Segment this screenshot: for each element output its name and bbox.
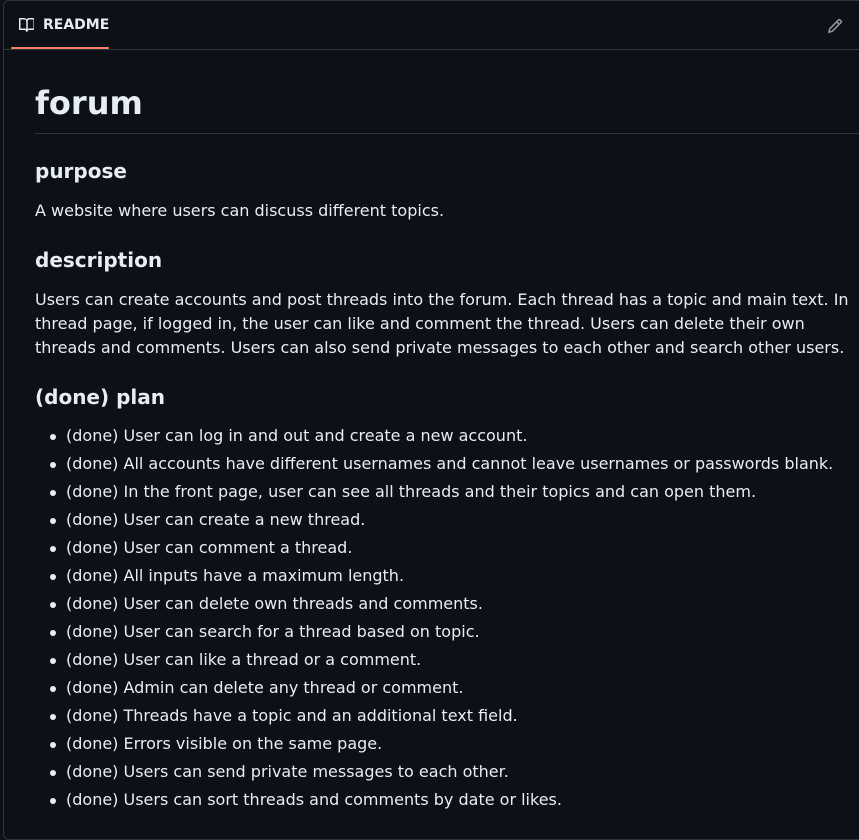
list-item: (done) Threads have a topic and an addit… [35, 704, 857, 732]
list-item: (done) User can create a new thread. [35, 508, 857, 536]
readme-title: forum [35, 81, 859, 134]
list-item: (done) User can search for a thread base… [35, 620, 857, 648]
heading-description: description [35, 248, 163, 272]
list-item: (done) All accounts have different usern… [35, 452, 857, 480]
pencil-icon [827, 18, 843, 34]
list-item: (done) Errors visible on the same page. [35, 732, 857, 760]
list-item: (done) In the front page, user can see a… [35, 480, 857, 508]
book-icon [19, 17, 35, 33]
plan-list: (done) User can log in and out and creat… [35, 424, 857, 816]
list-item: (done) Users can sort threads and commen… [35, 788, 857, 816]
list-item: (done) User can log in and out and creat… [35, 424, 857, 452]
purpose-text: A website where users can discuss differ… [35, 201, 445, 220]
list-item: (done) User can like a thread or a comme… [35, 648, 857, 676]
tab-readme[interactable]: README [11, 0, 110, 50]
tab-readme-label: README [43, 17, 110, 33]
heading-plan: (done) plan [35, 385, 166, 409]
list-item: (done) Admin can delete any thread or co… [35, 676, 857, 704]
readme-header: README [3, 0, 859, 50]
edit-file-button[interactable] [821, 13, 849, 39]
list-item: (done) All inputs have a maximum length. [35, 564, 857, 592]
heading-purpose: purpose [35, 159, 127, 183]
description-text: Users can create accounts and post threa… [35, 290, 849, 357]
list-item: (done) User can delete own threads and c… [35, 592, 857, 620]
list-item: (done) Users can send private messages t… [35, 760, 857, 788]
list-item: (done) User can comment a thread. [35, 536, 857, 564]
tab-active-indicator [11, 47, 109, 49]
